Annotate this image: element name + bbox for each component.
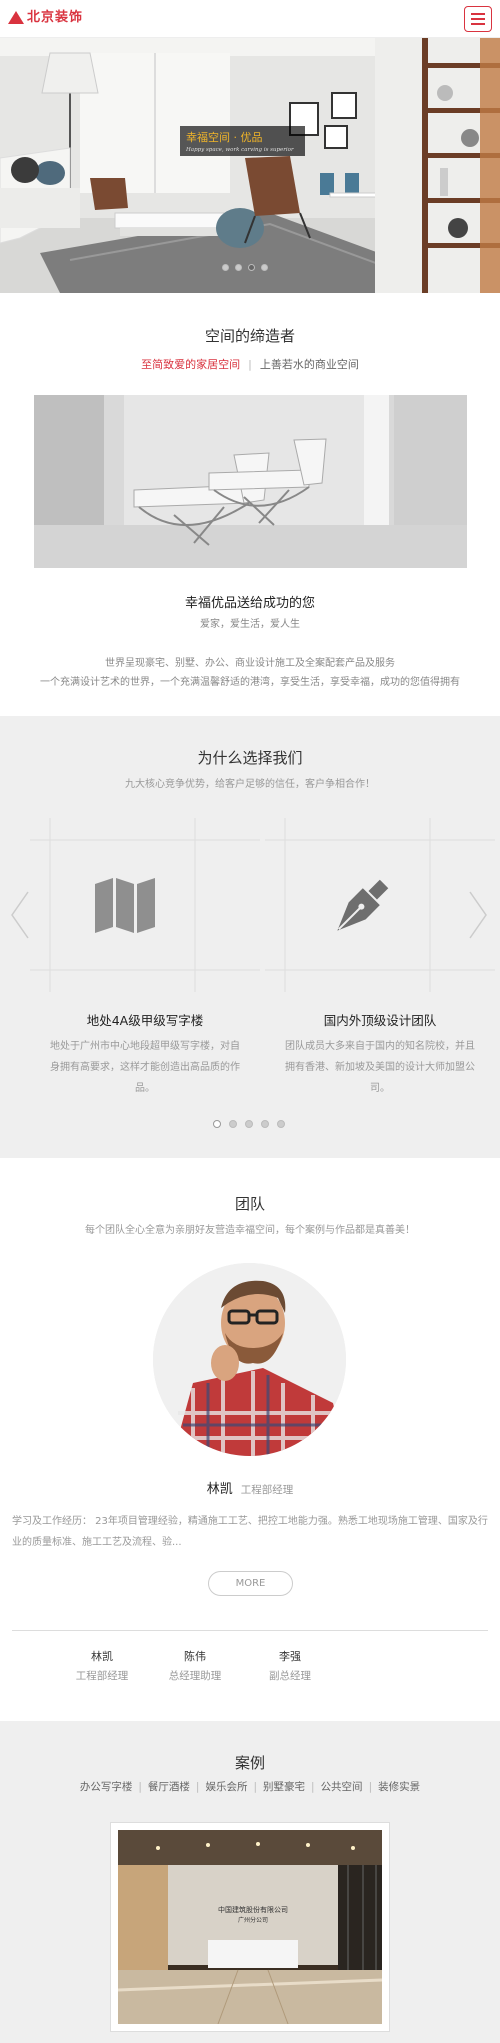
case-tabs: 办公写字楼 | 餐厅酒楼 | 娱乐会所 | 别墅豪宅 | 公共空间 | 装修实景 — [0, 1779, 500, 1794]
banner-caption-title: 幸福空间 · 优品 — [186, 131, 263, 144]
case-tab[interactable]: 餐厅酒楼 — [148, 1781, 190, 1793]
tab-separator: | — [248, 358, 252, 371]
intro-image — [34, 395, 467, 568]
intro-desc-line1: 世界呈现豪宅、别墅、办公、商业设计施工及全案配套产品及服务 — [105, 658, 395, 669]
next-arrow-icon[interactable] — [468, 890, 488, 940]
feature-card[interactable]: 地处4A级甲级写字楼 地处于广州市中心地段超甲级写字楼，对自身拥有高要求，这样才… — [30, 818, 260, 1098]
why-title: 为什么选择我们 — [197, 749, 303, 767]
case-tab[interactable]: 办公写字楼 — [80, 1781, 133, 1793]
case-tab[interactable]: 装修实景 — [378, 1781, 420, 1793]
pagination-dot[interactable] — [245, 1120, 253, 1128]
case-image[interactable]: 中国建筑股份有限公司 广州分公司 — [110, 1822, 390, 2032]
tab-separator: | — [138, 1781, 142, 1793]
team-member-item[interactable]: 林凯 工程部经理 — [52, 1648, 152, 1683]
member-role: 工程部经理 — [75, 1670, 129, 1682]
feature-card[interactable]: 国内外顶级设计团队 团队成员大多来自于国内的知名院校，并且拥有香港、新加坡及美国… — [265, 818, 495, 1098]
hamburger-line-icon — [471, 18, 485, 20]
tab-separator: | — [253, 1781, 258, 1793]
team-subtitle: 每个团队全心全意为亲朋好友营造幸福空间，每个案例与作品都是真善美！ — [85, 1225, 415, 1236]
living-room-illustration — [0, 38, 500, 293]
pagination-dot-active[interactable] — [213, 1120, 221, 1128]
featured-member-role: 工程部经理 — [240, 1484, 294, 1496]
case-tab[interactable]: 别墅豪宅 — [263, 1781, 305, 1793]
team-member-photo[interactable] — [153, 1263, 346, 1456]
cases-title: 案例 — [234, 1754, 265, 1772]
pagination-dot[interactable] — [277, 1120, 285, 1128]
menu-toggle-button[interactable] — [464, 6, 492, 32]
pagination-dot[interactable] — [222, 264, 229, 271]
tab-home-space[interactable]: 至简致爱的家居空间 — [141, 358, 240, 371]
why-subtitle: 九大核心竞争优势，给客户足够的信任，客户争相合作！ — [125, 779, 375, 790]
case-tab[interactable]: 娱乐会所 — [205, 1781, 247, 1793]
tab-separator: | — [311, 1781, 315, 1793]
banner-pagination — [222, 264, 268, 271]
feature-name: 地处4A级甲级写字楼 — [86, 1013, 204, 1028]
feature-desc: 团队成员大多来自于国内的知名院校，并且拥有香港、新加坡及美国的设计大师加盟公司。 — [285, 1041, 475, 1094]
intro-subtitle: 幸福优品送给成功的您 — [184, 596, 315, 611]
feature-name: 国内外顶级设计团队 — [323, 1013, 437, 1028]
intro-desc-line2: 一个充满设计艺术的世界，一个充满温馨舒适的港湾，享受生活，享受幸福，成功的您值得… — [40, 677, 460, 688]
intro-title: 空间的缔造者 — [204, 327, 295, 345]
intro-tabs: 至简致爱的家居空间 | 上善若水的商业空间 — [0, 356, 500, 372]
prev-arrow-icon[interactable] — [10, 890, 30, 940]
site-header: 北京装饰 — [0, 0, 500, 38]
tab-separator: | — [368, 1781, 373, 1793]
logo-mark-icon — [8, 9, 24, 25]
pen-nib-icon — [337, 879, 389, 931]
banner-caption: 幸福空间 · 优品 Happy space, work carving is s… — [180, 126, 305, 156]
member-role: 总经理助理 — [168, 1670, 222, 1682]
member-role: 副总经理 — [269, 1670, 311, 1682]
member-name: 林凯 — [91, 1650, 113, 1663]
portrait-illustration — [153, 1263, 346, 1456]
hamburger-line-icon — [471, 13, 485, 15]
pagination-dot[interactable] — [261, 264, 268, 271]
divider — [12, 1630, 488, 1631]
pagination-dot[interactable] — [229, 1120, 237, 1128]
case-tab[interactable]: 公共空间 — [321, 1781, 363, 1793]
team-member-item[interactable]: 李强 副总经理 — [240, 1648, 340, 1683]
featured-member: 林凯 工程部经理 — [0, 1478, 500, 1497]
more-button[interactable]: MORE — [208, 1571, 293, 1596]
featured-member-bio: 学习及工作经历： 23年项目管理经验，精通施工工艺、把控工地能力强。熟悉工地现场… — [12, 1516, 488, 1548]
office-lobby-illustration: 中国建筑股份有限公司 广州分公司 — [117, 1830, 383, 2025]
member-name: 陈伟 — [184, 1650, 206, 1663]
tab-separator: | — [195, 1781, 200, 1793]
hamburger-line-icon — [471, 23, 485, 25]
member-name: 李强 — [279, 1650, 301, 1663]
team-title: 团队 — [234, 1195, 265, 1213]
logo[interactable]: 北京装饰 — [8, 9, 83, 25]
lounge-chair-illustration — [34, 395, 467, 568]
map-icon — [95, 878, 155, 933]
pagination-dot-active[interactable] — [248, 264, 255, 271]
hero-banner[interactable]: 幸福空间 · 优品 Happy space, work carving is s… — [0, 38, 500, 293]
lobby-sign-line2: 广州分公司 — [238, 1916, 268, 1924]
banner-caption-sub: Happy space, work carving is superior — [186, 147, 294, 153]
logo-text: 北京装饰 — [27, 9, 84, 25]
pagination-dot[interactable] — [235, 264, 242, 271]
feature-desc: 地处于广州市中心地段超甲级写字楼，对自身拥有高要求，这样才能创造出高品质的作品。 — [50, 1041, 240, 1094]
featured-member-name: 林凯 — [206, 1482, 233, 1497]
intro-tagline: 爱家，爱生活，爱人生 — [200, 619, 300, 630]
features-pagination — [213, 1120, 285, 1128]
lobby-sign-line1: 中国建筑股份有限公司 — [218, 1905, 288, 1914]
tab-commercial-space[interactable]: 上善若水的商业空间 — [260, 358, 359, 371]
team-member-item[interactable]: 陈伟 总经理助理 — [145, 1648, 245, 1683]
pagination-dot[interactable] — [261, 1120, 269, 1128]
